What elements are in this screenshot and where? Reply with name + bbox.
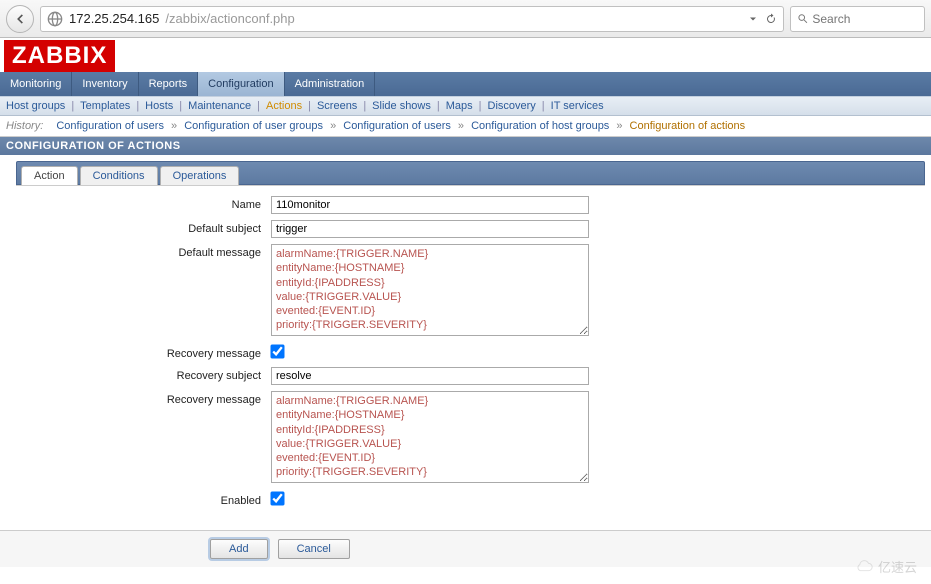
browser-search-input[interactable] xyxy=(812,12,918,26)
globe-icon xyxy=(47,11,63,27)
main-tab-reports[interactable]: Reports xyxy=(139,72,199,96)
back-arrow-icon xyxy=(13,12,27,26)
sub-tab-host-groups[interactable]: Host groups xyxy=(6,100,65,112)
recovery-message-checkbox-label: Recovery message xyxy=(16,345,271,360)
form-tab-operations[interactable]: Operations xyxy=(160,166,240,185)
logo-bar: ZABBIX xyxy=(0,38,931,72)
main-tab-inventory[interactable]: Inventory xyxy=(72,72,138,96)
default-subject-label: Default subject xyxy=(16,220,271,235)
main-tab-administration[interactable]: Administration xyxy=(285,72,376,96)
add-button[interactable]: Add xyxy=(210,539,268,559)
sub-tab-discovery[interactable]: Discovery xyxy=(488,100,536,112)
sub-tab-screens[interactable]: Screens xyxy=(317,100,357,112)
main-tab-configuration[interactable]: Configuration xyxy=(198,72,284,96)
default-subject-input[interactable] xyxy=(271,220,589,238)
name-input[interactable] xyxy=(271,196,589,214)
form-tabs: ActionConditionsOperations xyxy=(16,161,925,185)
recovery-subject-input[interactable] xyxy=(271,367,589,385)
zabbix-logo[interactable]: ZABBIX xyxy=(4,40,115,72)
sub-tab-templates[interactable]: Templates xyxy=(80,100,130,112)
history-link[interactable]: Configuration of users xyxy=(343,120,451,132)
form-area: Name Default subject Default message ala… xyxy=(16,185,925,524)
history-label: History: xyxy=(6,120,43,132)
page-title: CONFIGURATION OF ACTIONS xyxy=(0,137,931,155)
recovery-message-checkbox[interactable] xyxy=(270,344,284,358)
browser-search[interactable] xyxy=(790,6,925,32)
url-bar[interactable]: 172.25.254.165/zabbix/actionconf.php xyxy=(40,6,784,32)
url-host: 172.25.254.165 xyxy=(69,11,159,26)
sub-tab-actions[interactable]: Actions xyxy=(266,100,302,112)
history-bar: History: Configuration of users » Config… xyxy=(0,116,931,137)
form-tab-conditions[interactable]: Conditions xyxy=(80,166,158,185)
back-button[interactable] xyxy=(6,5,34,33)
history-link[interactable]: Configuration of actions xyxy=(630,120,746,132)
recovery-message-textarea[interactable]: alarmName:{TRIGGER.NAME} entityName:{HOS… xyxy=(271,391,589,483)
footer-bar: Add Cancel xyxy=(0,530,931,567)
sub-tab-it-services[interactable]: IT services xyxy=(551,100,604,112)
history-link[interactable]: Configuration of host groups xyxy=(471,120,609,132)
watermark: 亿速云 xyxy=(852,557,917,576)
default-message-textarea[interactable]: alarmName:{TRIGGER.NAME} entityName:{HOS… xyxy=(271,244,589,336)
search-icon xyxy=(797,12,808,25)
history-link[interactable]: Configuration of users xyxy=(56,120,164,132)
cancel-button[interactable]: Cancel xyxy=(278,539,350,559)
sub-tab-maintenance[interactable]: Maintenance xyxy=(188,100,251,112)
main-tab-monitoring[interactable]: Monitoring xyxy=(0,72,72,96)
form-tab-action[interactable]: Action xyxy=(21,166,78,185)
recovery-subject-label: Recovery subject xyxy=(16,367,271,382)
sub-tab-maps[interactable]: Maps xyxy=(446,100,473,112)
history-link[interactable]: Configuration of user groups xyxy=(184,120,323,132)
sub-nav: Host groups|Templates|Hosts|Maintenance|… xyxy=(0,96,931,116)
cloud-icon xyxy=(852,560,874,574)
default-message-label: Default message xyxy=(16,244,271,259)
sub-tab-hosts[interactable]: Hosts xyxy=(145,100,173,112)
enabled-label: Enabled xyxy=(16,492,271,507)
url-path: /zabbix/actionconf.php xyxy=(165,11,294,26)
sub-tab-slide-shows[interactable]: Slide shows xyxy=(372,100,431,112)
main-nav: MonitoringInventoryReportsConfigurationA… xyxy=(0,72,931,96)
enabled-checkbox[interactable] xyxy=(270,491,284,505)
reload-icon[interactable] xyxy=(765,13,777,25)
dropdown-icon[interactable] xyxy=(747,13,759,25)
name-label: Name xyxy=(16,196,271,211)
recovery-message-label: Recovery message xyxy=(16,391,271,406)
browser-toolbar: 172.25.254.165/zabbix/actionconf.php xyxy=(0,0,931,38)
